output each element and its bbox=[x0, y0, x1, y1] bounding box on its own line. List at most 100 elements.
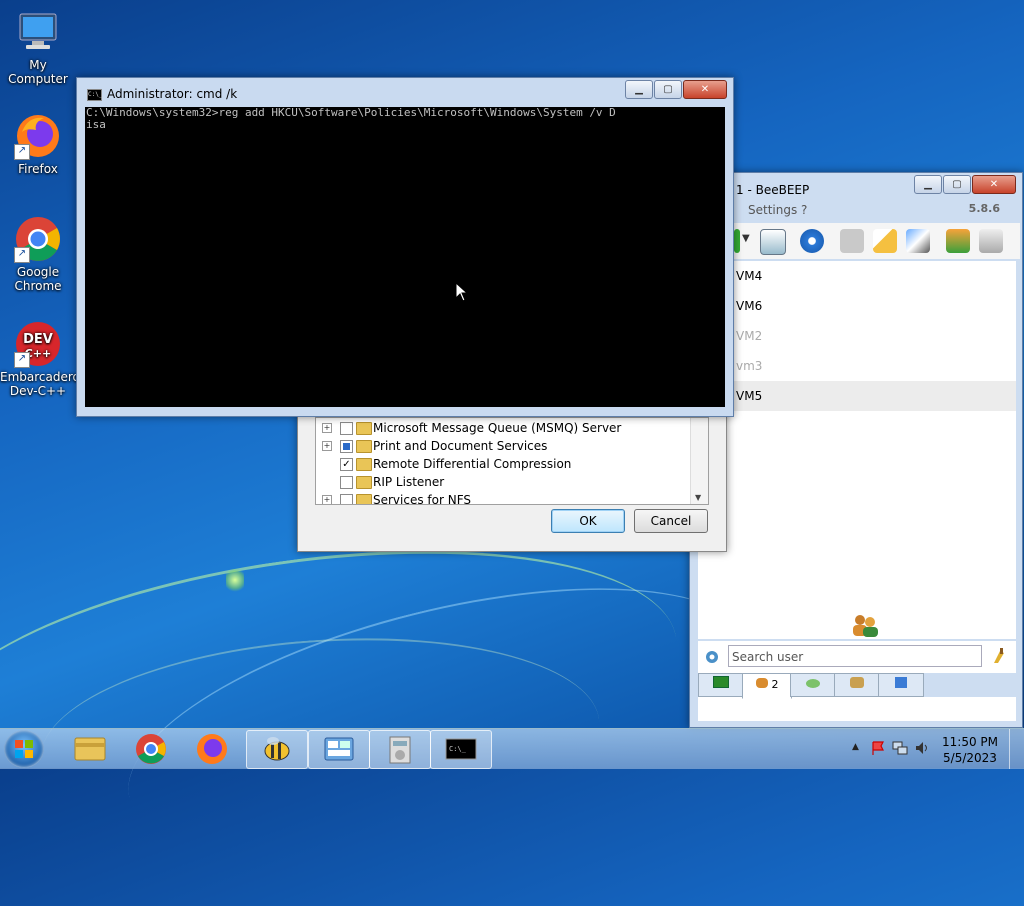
show-desktop-button[interactable] bbox=[1009, 729, 1024, 769]
feature-item[interactable]: + Microsoft Message Queue (MSMQ) Server bbox=[316, 419, 708, 437]
feature-item[interactable]: + Print and Document Services bbox=[316, 437, 708, 455]
clear-search-icon[interactable] bbox=[990, 647, 1008, 665]
scrollbar[interactable]: ▼ bbox=[690, 418, 708, 504]
cmd-titlebar[interactable]: C:\_ Administrator: cmd /k ▁ ▢ ✕ bbox=[77, 78, 733, 106]
scroll-down-icon[interactable]: ▼ bbox=[695, 493, 701, 502]
feature-item[interactable]: RIP Listener bbox=[316, 473, 708, 491]
wallpaper-flare bbox=[226, 566, 244, 594]
volume-icon[interactable] bbox=[914, 740, 930, 756]
folder-icon bbox=[356, 476, 372, 489]
clock-date: 5/5/2023 bbox=[943, 751, 997, 765]
beebeep-window: 1 - BeeBEEP ▁ ▢ ✕ Settings ? 5.8.6 ▼ VM4… bbox=[689, 172, 1023, 728]
tools-icon[interactable] bbox=[906, 229, 930, 253]
firefox-icon: ↗ bbox=[14, 112, 62, 160]
user-list: VM4 VM6 VM2 vm3 VM5 bbox=[698, 261, 1016, 639]
feature-label: Services for NFS bbox=[373, 493, 472, 505]
menu-bar[interactable]: Settings ? bbox=[748, 203, 807, 217]
close-button[interactable]: ✕ bbox=[972, 175, 1016, 194]
expand-icon[interactable]: + bbox=[322, 495, 332, 504]
close-button[interactable]: ✕ bbox=[683, 80, 727, 99]
chat-icon bbox=[806, 679, 820, 688]
edit-profile-icon[interactable] bbox=[760, 229, 786, 255]
tab-files[interactable] bbox=[878, 673, 924, 697]
cmd-icon: C:\_ bbox=[445, 738, 477, 760]
desktop-icon-chrome[interactable]: ↗ Google Chrome bbox=[0, 215, 76, 293]
expand-icon[interactable]: + bbox=[322, 423, 332, 433]
taskbar-cmd[interactable]: C:\_ bbox=[430, 730, 492, 769]
feature-checkbox[interactable] bbox=[340, 476, 353, 489]
expand-icon[interactable]: + bbox=[322, 441, 332, 451]
search-user-input[interactable]: Search user bbox=[728, 645, 982, 667]
update-icon[interactable] bbox=[946, 229, 970, 253]
taskbar-beebeep[interactable] bbox=[246, 730, 308, 769]
desktop-icon-label: Firefox bbox=[18, 162, 58, 176]
user-row[interactable]: VM2 bbox=[698, 321, 1016, 351]
feature-label: Remote Differential Compression bbox=[373, 457, 572, 471]
users-icon bbox=[853, 615, 878, 637]
user-row[interactable]: vm3 bbox=[698, 351, 1016, 381]
taskbar-chrome[interactable] bbox=[121, 730, 181, 767]
firefox-icon bbox=[197, 734, 227, 764]
user-row[interactable]: VM5 bbox=[698, 381, 1016, 411]
cmd-icon: C:\_ bbox=[87, 89, 102, 101]
shortcut-arrow-icon: ↗ bbox=[14, 352, 30, 368]
computer-icon bbox=[14, 8, 62, 56]
action-center-flag-icon[interactable] bbox=[870, 740, 886, 756]
feature-checkbox[interactable] bbox=[340, 422, 353, 435]
taskbar-control-panel[interactable] bbox=[308, 730, 370, 769]
svg-text:C:\_: C:\_ bbox=[449, 745, 467, 753]
cmd-window: C:\_ Administrator: cmd /k ▁ ▢ ✕ C:\Wind… bbox=[76, 77, 734, 417]
show-hidden-icons-icon[interactable]: ▲ bbox=[852, 742, 859, 752]
control-panel-icon bbox=[324, 737, 354, 761]
desktop-icon-my-computer[interactable]: My Computer bbox=[0, 8, 76, 86]
installer-icon bbox=[389, 736, 411, 764]
desktop-icon-label: Embarcadero Dev-C++ bbox=[0, 370, 80, 398]
tab-chat-list[interactable] bbox=[698, 673, 744, 697]
feature-item[interactable]: ✓ Remote Differential Compression bbox=[316, 455, 708, 473]
trash-icon[interactable] bbox=[979, 229, 1003, 253]
status-icon[interactable] bbox=[734, 229, 740, 253]
save-icon[interactable] bbox=[840, 229, 864, 253]
minimize-button[interactable]: ▁ bbox=[914, 175, 942, 194]
clock[interactable]: 11:50 PM 5/5/2023 bbox=[942, 734, 998, 766]
ok-button[interactable]: OK bbox=[551, 509, 625, 533]
windows-features-dialog: + Microsoft Message Queue (MSMQ) Server … bbox=[297, 412, 727, 552]
user-row[interactable]: VM6 bbox=[698, 291, 1016, 321]
dropdown-arrow-icon[interactable]: ▼ bbox=[742, 233, 752, 257]
svg-text:DEV: DEV bbox=[23, 332, 53, 347]
beebeep-titlebar[interactable]: 1 - BeeBEEP ▁ ▢ ✕ bbox=[690, 173, 1022, 201]
tab-groups[interactable] bbox=[834, 673, 880, 697]
window-title: Administrator: cmd /k bbox=[107, 87, 238, 101]
feature-item[interactable]: + Services for NFS bbox=[316, 491, 708, 505]
chat-list-icon bbox=[713, 676, 729, 688]
user-row[interactable]: VM4 bbox=[698, 261, 1016, 291]
system-tray: ▲ 11:50 PM 5/5/2023 bbox=[834, 729, 1024, 769]
feature-checkbox[interactable] bbox=[340, 494, 353, 504]
network-icon[interactable] bbox=[892, 740, 908, 756]
gear-icon[interactable] bbox=[704, 649, 720, 665]
taskbar-explorer[interactable] bbox=[60, 730, 120, 767]
devcpp-icon: DEV C++ ↗ bbox=[14, 320, 62, 368]
taskbar-installer[interactable] bbox=[369, 730, 431, 769]
toolbar: ▼ bbox=[730, 223, 1020, 259]
maximize-button[interactable]: ▢ bbox=[943, 175, 971, 194]
maximize-button[interactable]: ▢ bbox=[654, 80, 682, 99]
desktop-icon-label: Google Chrome bbox=[14, 265, 62, 293]
feature-checkbox[interactable] bbox=[340, 440, 353, 453]
tab-chat[interactable] bbox=[790, 673, 836, 697]
tab-users[interactable]: 2 bbox=[742, 673, 792, 699]
desktop-icon-devcpp[interactable]: DEV C++ ↗ Embarcadero Dev-C++ bbox=[0, 320, 80, 398]
shortcut-arrow-icon: ↗ bbox=[14, 247, 30, 263]
write-icon[interactable] bbox=[873, 229, 897, 253]
start-button[interactable] bbox=[4, 730, 44, 768]
taskbar-firefox[interactable] bbox=[182, 730, 242, 767]
console-output[interactable]: C:\Windows\system32>reg add HKCU\Softwar… bbox=[85, 107, 725, 407]
feature-checkbox[interactable]: ✓ bbox=[340, 458, 353, 471]
files-icon bbox=[895, 677, 907, 688]
cancel-button[interactable]: Cancel bbox=[634, 509, 708, 533]
feature-label: Print and Document Services bbox=[373, 439, 548, 453]
desktop-icon-firefox[interactable]: ↗ Firefox bbox=[0, 112, 76, 176]
minimize-button[interactable]: ▁ bbox=[625, 80, 653, 99]
groups-icon bbox=[850, 677, 864, 688]
network-icon[interactable] bbox=[800, 229, 824, 253]
